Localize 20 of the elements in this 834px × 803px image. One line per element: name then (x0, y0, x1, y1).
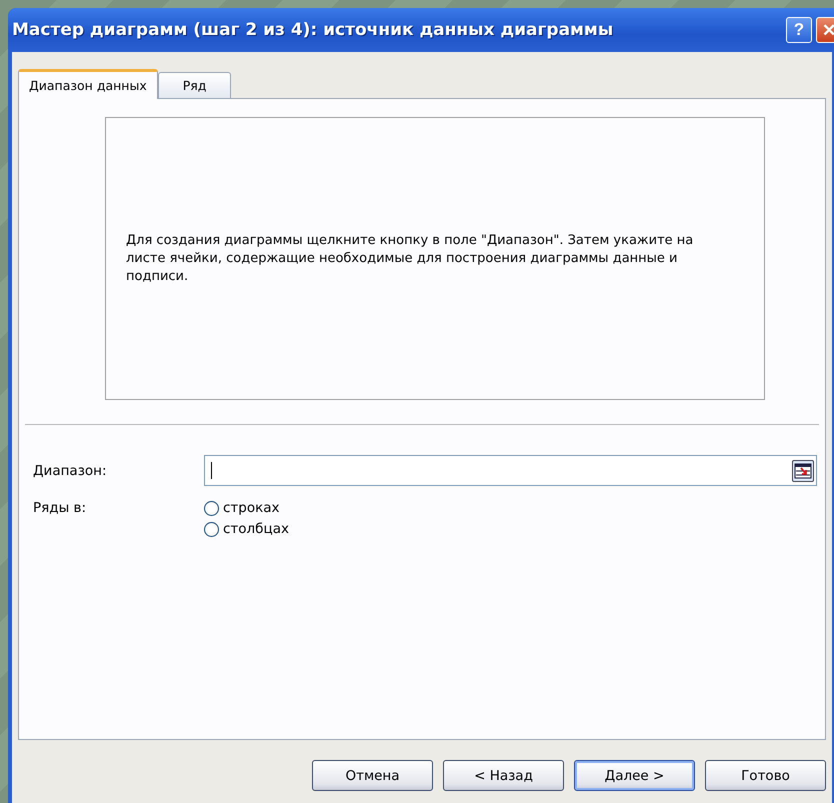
radio-option[interactable]: столбцах (204, 521, 289, 537)
dialog-button[interactable]: < Назад (443, 760, 564, 791)
radio-option[interactable]: строках (204, 500, 289, 516)
collapse-dialog-icon (794, 462, 812, 480)
range-field[interactable] (204, 455, 817, 486)
radio-label: строках (223, 500, 280, 516)
instruction-text: Для создания диаграммы щелкните кнопку в поле "Диапазон". Затем укажите на листе ячейки, содержащие необходимые для построения диаграммы данные и подписи. (126, 232, 694, 286)
radio-icon[interactable] (204, 522, 219, 536)
range-select-button[interactable] (792, 460, 814, 482)
radio-label: столбцах (223, 521, 289, 537)
window-title: Мастер диаграмм (шаг 2 из 4): источник данных диаграммы (12, 20, 614, 40)
dialog-button[interactable]: Отмена (312, 760, 433, 791)
series-in-label: Ряды в: (33, 500, 88, 516)
range-label: Диапазон: (33, 462, 108, 478)
close-button[interactable]: ✕ (816, 17, 834, 43)
dialog-button[interactable]: Далее > (574, 760, 695, 791)
dialog-button[interactable]: Готово (705, 760, 826, 791)
radio-icon[interactable] (204, 500, 219, 516)
tab[interactable]: Диапазон данных (18, 69, 158, 99)
tab[interactable]: Ряд (158, 72, 232, 98)
